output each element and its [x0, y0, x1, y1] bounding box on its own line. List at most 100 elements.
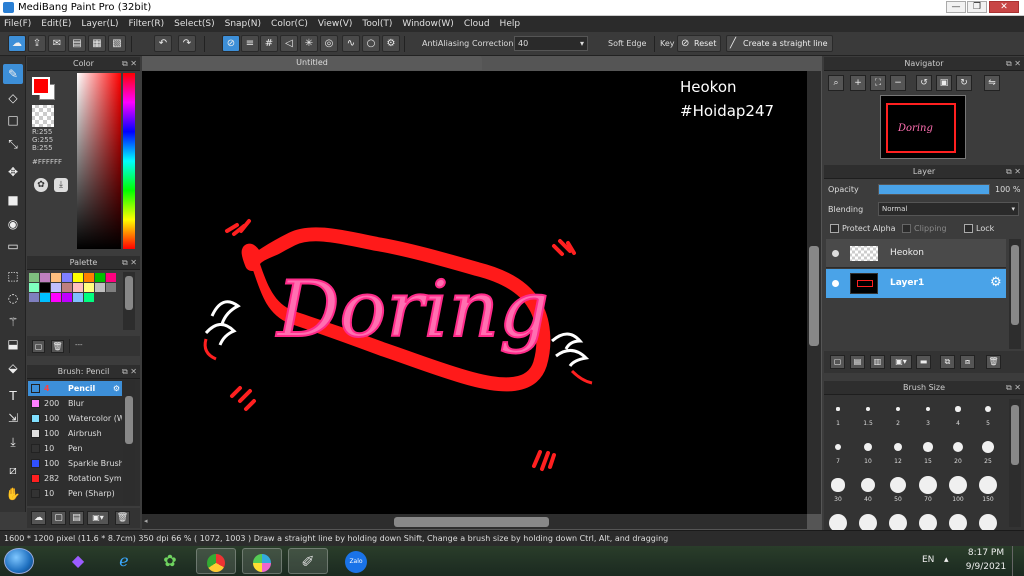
brush-list-item[interactable]: 200 Blur	[28, 396, 122, 411]
divide-tool-icon[interactable]: ⧄	[3, 460, 23, 480]
palette-swatch[interactable]	[106, 283, 116, 292]
brush-menu-icon[interactable]: ▣▾	[87, 511, 109, 525]
snap-radial-icon[interactable]: ✳	[300, 35, 318, 52]
snap-off-icon[interactable]: ⊘	[222, 35, 240, 52]
palette-swatch[interactable]	[51, 273, 61, 282]
hue-slider[interactable]	[123, 73, 135, 249]
brush-size-dot[interactable]	[952, 441, 964, 453]
brush-size-dot[interactable]	[831, 478, 845, 492]
brush-size-dot[interactable]	[979, 514, 997, 530]
brush-size-dot[interactable]	[889, 476, 907, 494]
straight-line-button[interactable]: ╱ Create a straight line	[726, 35, 833, 52]
zoom-search-icon[interactable]: ⌕	[828, 75, 844, 91]
brush-size-dot[interactable]	[919, 514, 937, 530]
actual-size-icon[interactable]: ▣	[936, 75, 952, 91]
new-layer-icon[interactable]: ▢	[830, 355, 845, 369]
palette-swatch[interactable]	[84, 273, 94, 282]
merge-layer-icon[interactable]: ⧈	[960, 355, 975, 369]
brush-list-item[interactable]: 282 Rotation Sym	[28, 471, 122, 486]
line-tool-icon[interactable]: ⤡	[3, 134, 23, 154]
opacity-slider[interactable]	[878, 184, 990, 195]
app-green-icon[interactable]: ✿	[150, 548, 190, 574]
lock-checkbox[interactable]	[964, 224, 973, 233]
brush-size-dot[interactable]	[979, 476, 997, 494]
language-indicator[interactable]: EN	[922, 555, 934, 565]
palette-swatch[interactable]	[84, 283, 94, 292]
brush-size-dot[interactable]	[864, 443, 872, 451]
menu-select[interactable]: Select(S)	[174, 19, 215, 29]
copy-brush-icon[interactable]: ▤	[69, 511, 84, 525]
eye-icon[interactable]	[832, 250, 839, 257]
hand-tool-icon[interactable]: ✋	[3, 484, 23, 504]
menu-view[interactable]: View(V)	[318, 19, 353, 29]
brush-size-dot[interactable]	[895, 406, 901, 412]
brush-size-dot[interactable]	[860, 477, 876, 493]
primary-color-swatch[interactable]	[32, 77, 50, 95]
brush-size-scrollbar[interactable]	[1009, 399, 1021, 527]
material-icon[interactable]: ▧	[108, 35, 126, 52]
tray-expand-icon[interactable]: ▴	[944, 555, 949, 565]
snap-settings-icon[interactable]: ⚙	[382, 35, 400, 52]
brush-tool-icon[interactable]: ✎	[3, 64, 23, 84]
new-layer-8bit-icon[interactable]: ▤	[850, 355, 865, 369]
palette-swatch[interactable]	[62, 283, 72, 292]
move-tool-icon[interactable]: ✥	[3, 162, 23, 182]
redo-icon[interactable]: ↷	[178, 35, 196, 52]
menu-file[interactable]: File(F)	[4, 19, 31, 29]
medibang-icon[interactable]	[242, 548, 282, 574]
minimize-button[interactable]: —	[946, 1, 966, 13]
brush-list-item[interactable]: 10 Pen (Sharp)	[28, 486, 122, 501]
brush-size-dot[interactable]	[919, 476, 937, 494]
flip-icon[interactable]: ⇋	[984, 75, 1000, 91]
transparent-swatch[interactable]	[32, 105, 54, 127]
brush-settings-icon[interactable]: ⚙	[113, 381, 120, 396]
internet-explorer-icon[interactable]: ℯ	[104, 548, 144, 574]
scroll-left-icon[interactable]: ◂	[144, 517, 148, 525]
rotate-right-icon[interactable]: ↻	[956, 75, 972, 91]
snap-grid-icon[interactable]: #	[260, 35, 278, 52]
brush-size-scroll-thumb[interactable]	[1011, 405, 1019, 465]
palette-swatch[interactable]	[40, 273, 50, 282]
panel-controls-icon[interactable]: ⧉ ✕	[122, 57, 137, 71]
dot-tool-icon[interactable]: □	[3, 110, 23, 130]
brush-size-dot[interactable]	[985, 406, 991, 412]
panel-controls-icon[interactable]: ⧉ ✕	[1006, 165, 1021, 179]
brush-size-dot[interactable]	[829, 514, 847, 530]
canvas-horizontal-scrollbar[interactable]: ◂	[142, 514, 807, 529]
clock-time[interactable]: 8:17 PM	[966, 548, 1006, 558]
palette-swatch[interactable]	[95, 283, 105, 292]
palette-swatch[interactable]	[95, 273, 105, 282]
palette-swatch[interactable]	[73, 283, 83, 292]
palette-swatch[interactable]	[106, 293, 116, 302]
new-layer-1bit-icon[interactable]: ▥	[870, 355, 885, 369]
palette-swatch[interactable]	[29, 273, 39, 282]
brush-size-dot[interactable]	[893, 442, 903, 452]
layer-row-heokon[interactable]: Heokon	[826, 239, 1006, 268]
palette-swatch[interactable]	[73, 293, 83, 302]
chrome-icon[interactable]	[196, 548, 236, 574]
layer-row-layer1[interactable]: Layer1 ⚙	[826, 269, 1006, 298]
select-pen-icon[interactable]: ⬓	[3, 334, 23, 354]
close-button[interactable]: ✕	[989, 1, 1019, 13]
brush-size-dot[interactable]	[955, 406, 961, 412]
menu-layer[interactable]: Layer(L)	[81, 19, 118, 29]
brush-size-dot[interactable]	[889, 514, 907, 530]
zoom-out-icon[interactable]: −	[890, 75, 906, 91]
folder-icon[interactable]: ▬	[916, 355, 931, 369]
saturation-value-picker[interactable]	[77, 73, 121, 249]
snap-curve-icon[interactable]: ∿	[342, 35, 360, 52]
layer-add-menu-icon[interactable]: ▣▾	[890, 355, 912, 369]
layer-scrollbar[interactable]	[1009, 239, 1021, 349]
vertical-scroll-thumb[interactable]	[809, 246, 819, 346]
snap-perspective-icon[interactable]: ◁	[280, 35, 298, 52]
snap-ellipse-icon[interactable]: ○	[362, 35, 380, 52]
brush-size-dot[interactable]	[859, 514, 877, 530]
layer-scroll-thumb[interactable]	[1011, 245, 1019, 325]
eye-icon[interactable]	[832, 280, 839, 287]
brush-cloud-icon[interactable]: ☁	[31, 511, 46, 525]
menu-filter[interactable]: Filter(R)	[129, 19, 165, 29]
zoom-in-icon[interactable]: +	[850, 75, 866, 91]
blending-select[interactable]: Normal ▾	[878, 202, 1019, 216]
panel-controls-icon[interactable]: ⧉ ✕	[1006, 381, 1021, 395]
brush-size-dot[interactable]	[949, 476, 967, 494]
